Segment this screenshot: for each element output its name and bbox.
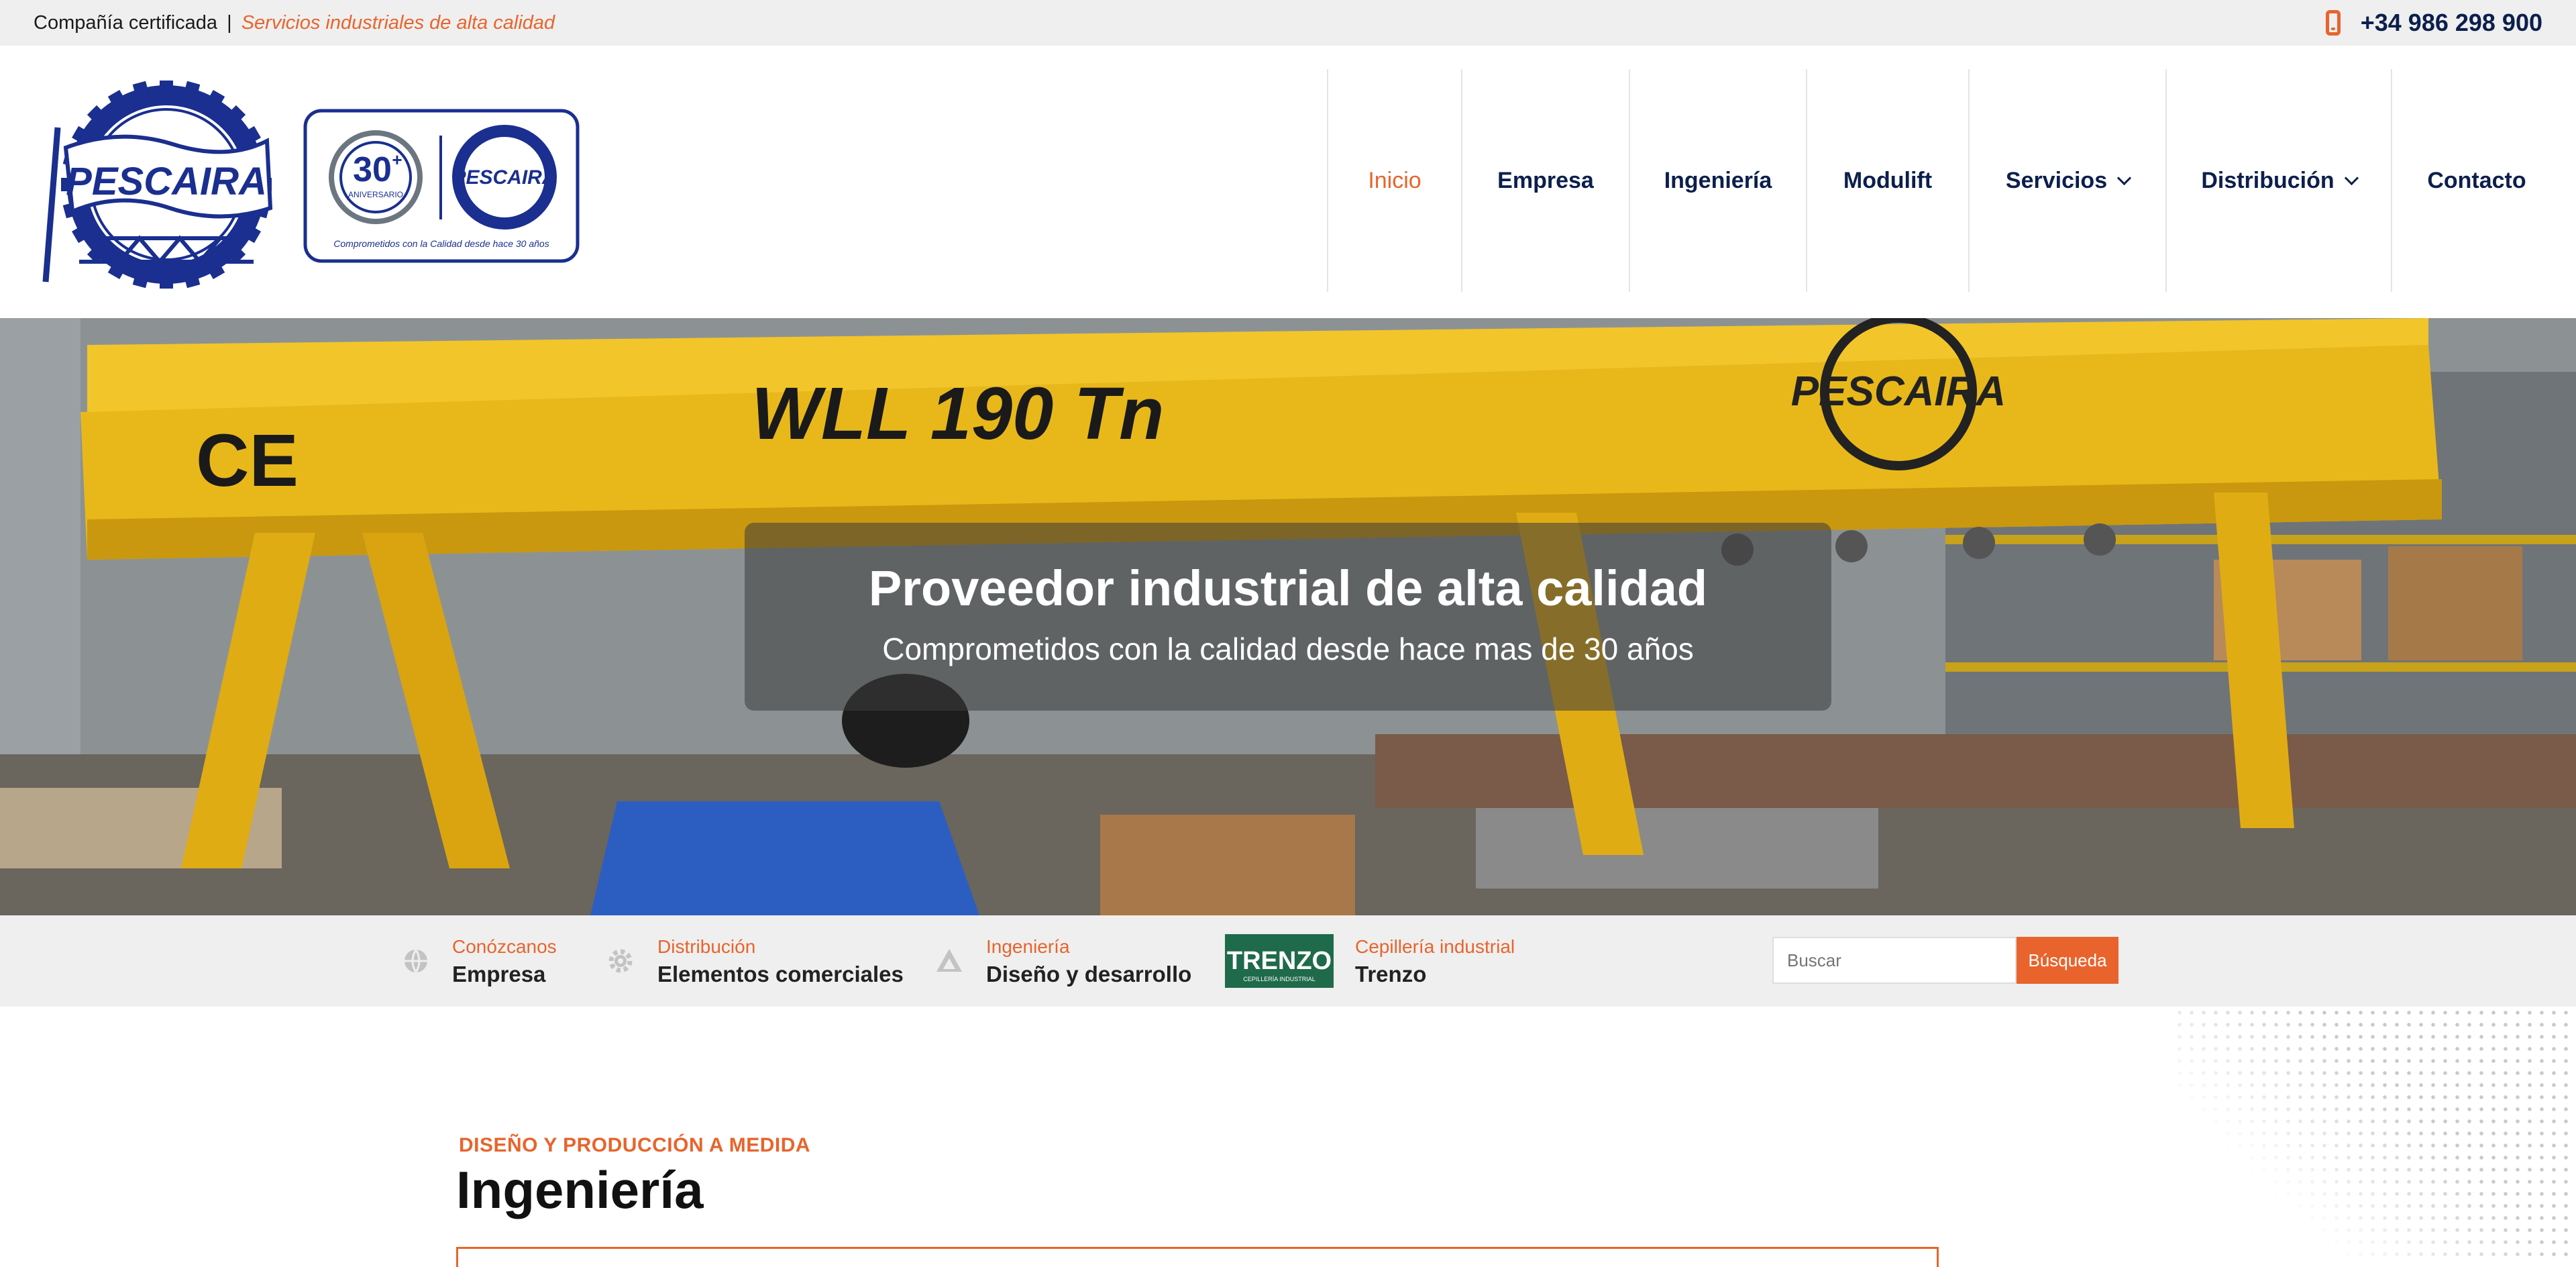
search-input[interactable]	[1772, 937, 2017, 984]
nav-item-empresa[interactable]: Empresa	[1461, 69, 1629, 292]
phone-icon	[2325, 10, 2341, 36]
nav-item-label: Modulift	[1843, 167, 1933, 193]
section-title: Ingeniería	[456, 1160, 704, 1219]
phone-number[interactable]: +34 986 298 900	[2361, 9, 2542, 37]
gear-icon	[608, 949, 633, 973]
anniversary-number: 30	[353, 150, 392, 189]
chevron-down-icon	[2117, 170, 2132, 185]
nav-item-servicios[interactable]: Servicios	[1968, 69, 2165, 292]
hero-overlay	[745, 523, 1831, 711]
gear-tooth	[160, 275, 173, 289]
info-item-big: Elementos comerciales	[657, 962, 904, 986]
anniversary-caption: Comprometidos con la Calidad desde hace …	[333, 238, 549, 249]
info-item-big: Diseño y desarrollo	[986, 962, 1192, 986]
nav-item-distribucion[interactable]: Distribución	[2165, 69, 2391, 292]
hero-banner: WLL 190 Tn CE PESCAIRA Proveedor industr…	[0, 318, 2576, 915]
globe-icon	[405, 949, 427, 973]
info-item-small: Ingeniería	[986, 936, 1070, 957]
info-item-distribucion[interactable]: Distribución Elementos comerciales	[606, 915, 904, 1007]
hero-title: Proveedor industrial de alta calidad	[868, 560, 1708, 616]
top-bar-phone[interactable]: +34 986 298 900	[2325, 0, 2542, 46]
separator: |	[227, 12, 232, 34]
trenzo-logo-text: TRENZO	[1227, 947, 1332, 975]
pescaira-logo[interactable]: PESCAIRA	[39, 81, 283, 289]
chevron-down-icon	[2344, 170, 2359, 185]
nav-item-label: Servicios	[2005, 167, 2108, 193]
certified-text: Compañía certificada	[34, 12, 218, 34]
beam-stamp-text: PESCAIRA	[1791, 368, 2006, 415]
main-nav: Inicio Empresa Ingeniería Modulift Servi…	[1327, 69, 2561, 292]
beam-text: WLL 190 Tn	[751, 372, 1164, 455]
nav-item-label: Distribución	[2201, 167, 2334, 193]
dot-pattern-decoration	[2174, 1007, 2576, 1263]
search-button[interactable]: Búsqueda	[2017, 937, 2118, 984]
info-item-trenzo[interactable]: TRENZO CEPILLERÍA INDUSTRIAL Cepillería …	[1225, 915, 1515, 1007]
nav-item-modulift[interactable]: Modulift	[1806, 69, 1968, 292]
anniversary-badge: 30 + ANIVERSARIO PESCAIRA Comprometidos …	[303, 109, 580, 263]
triangle-icon	[936, 949, 962, 972]
hero-subtitle: Comprometidos con la calidad desde hace …	[882, 631, 1694, 666]
section-kicker: DISEÑO Y PRODUCCIÓN A MEDIDA	[459, 1134, 811, 1156]
trenzo-logo: TRENZO CEPILLERÍA INDUSTRIAL	[1225, 934, 1334, 988]
logo-main-text: PESCAIRA	[66, 160, 267, 203]
info-item-big: Trenzo	[1355, 962, 1427, 986]
info-item-big: Empresa	[452, 962, 546, 986]
top-bar-left: Compañía certificada | Servicios industr…	[34, 0, 555, 46]
info-item-small: Distribución	[657, 936, 756, 957]
ce-mark: CE	[196, 419, 299, 502]
anniversary-plus: +	[392, 150, 402, 170]
nav-item-ingenieria[interactable]: Ingeniería	[1629, 69, 1806, 292]
nav-item-label: Contacto	[2427, 167, 2526, 193]
nav-item-label: Inicio	[1368, 167, 1421, 193]
nav-item-contacto[interactable]: Contacto	[2391, 69, 2561, 292]
nav-item-inicio[interactable]: Inicio	[1327, 69, 1461, 292]
info-item-small: Conózcanos	[452, 936, 557, 957]
info-bar: Conózcanos Empresa Distribución Elemento…	[0, 915, 2576, 1007]
nav-item-label: Empresa	[1497, 167, 1594, 193]
info-item-small: Cepillería industrial	[1355, 936, 1515, 957]
section-content-frame	[456, 1247, 1939, 1267]
badge-logo-text: PESCAIRA	[452, 166, 556, 189]
nav-item-label: Ingeniería	[1664, 167, 1772, 193]
trenzo-logo-sub: CEPILLERÍA INDUSTRIAL	[1243, 976, 1316, 982]
info-item-ingenieria[interactable]: Ingeniería Diseño y desarrollo	[935, 915, 1191, 1007]
top-bar: Compañía certificada | Servicios industr…	[0, 0, 2576, 46]
tagline-text: Servicios industriales de alta calidad	[241, 12, 555, 34]
gear-tooth	[160, 81, 173, 94]
info-item-empresa[interactable]: Conózcanos Empresa	[402, 915, 557, 1007]
anniversary-word: ANIVERSARIO	[348, 190, 403, 199]
site-header: PESCAIRA 30 + ANIVERSARIO PESCAIRA Compr…	[0, 46, 2576, 318]
